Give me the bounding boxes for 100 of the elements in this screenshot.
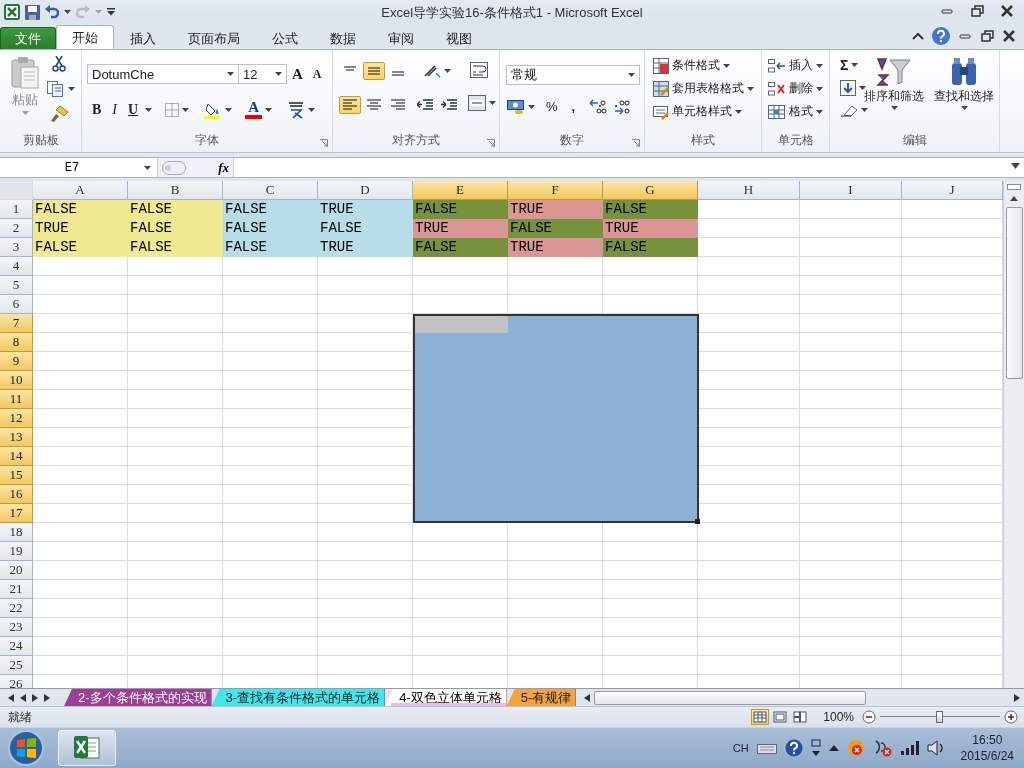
sheet-tab[interactable]: 4-双色立体单元格 bbox=[385, 689, 507, 706]
normal-view-button[interactable] bbox=[751, 709, 770, 725]
merge-center-icon[interactable] bbox=[468, 95, 486, 111]
row-header[interactable]: 10 bbox=[0, 371, 33, 390]
row-header[interactable]: 16 bbox=[0, 485, 33, 504]
caret-icon[interactable] bbox=[861, 108, 868, 112]
signal-icon[interactable] bbox=[900, 741, 919, 755]
grip-icon[interactable] bbox=[162, 160, 186, 175]
caret-icon[interactable] bbox=[489, 101, 496, 105]
decrease-indent-icon[interactable] bbox=[417, 99, 433, 111]
language-bar-icon[interactable] bbox=[810, 739, 821, 757]
caret-icon[interactable] bbox=[528, 104, 535, 109]
row-header[interactable]: 15 bbox=[0, 466, 33, 485]
font-name-field[interactable]: DotumChe bbox=[87, 64, 239, 84]
row-header[interactable]: 11 bbox=[0, 390, 33, 409]
italic-button[interactable]: I bbox=[108, 98, 121, 121]
row-header[interactable]: 17 bbox=[0, 504, 33, 523]
caret-icon[interactable] bbox=[227, 72, 234, 76]
dialog-launcher-icon[interactable] bbox=[320, 139, 328, 147]
zoom-slider-thumb[interactable] bbox=[936, 711, 943, 723]
row-header[interactable]: 21 bbox=[0, 580, 33, 599]
caret-icon[interactable] bbox=[859, 86, 866, 90]
insert-function-button[interactable]: fx bbox=[218, 159, 229, 176]
excel-logo-icon[interactable] bbox=[4, 4, 20, 20]
grow-font-button[interactable]: A bbox=[287, 64, 308, 84]
currency-icon[interactable] bbox=[507, 98, 525, 115]
caret-icon[interactable] bbox=[851, 63, 859, 67]
format-painter-icon[interactable] bbox=[50, 106, 68, 122]
align-middle-button[interactable] bbox=[363, 62, 385, 80]
scroll-thumb[interactable] bbox=[594, 690, 867, 705]
restore-icon[interactable] bbox=[980, 30, 994, 42]
font-color-button[interactable]: A bbox=[241, 97, 276, 122]
orientation-icon[interactable] bbox=[423, 64, 441, 78]
help-icon[interactable] bbox=[932, 27, 950, 45]
increase-indent-icon[interactable] bbox=[441, 99, 457, 111]
split-handle-icon[interactable] bbox=[1007, 184, 1021, 190]
row-header[interactable]: 25 bbox=[0, 656, 33, 675]
phonetic-guide-icon[interactable] bbox=[287, 100, 305, 119]
row-header[interactable]: 3 bbox=[0, 238, 33, 257]
caret-icon[interactable] bbox=[735, 109, 742, 114]
format-button[interactable]: 格式 bbox=[766, 100, 825, 123]
close-icon[interactable] bbox=[1002, 30, 1016, 42]
table-style-button[interactable]: 套用表格格式 bbox=[651, 77, 756, 100]
caret-icon[interactable] bbox=[225, 107, 233, 112]
row-header[interactable]: 5 bbox=[0, 276, 33, 295]
row-header[interactable]: 22 bbox=[0, 599, 33, 618]
sheet-tab[interactable]: 5-有规律 bbox=[506, 689, 577, 706]
row-header[interactable]: 8 bbox=[0, 333, 33, 352]
decrease-decimal-icon[interactable] bbox=[613, 98, 632, 115]
scroll-left-icon[interactable] bbox=[584, 693, 591, 702]
restore-icon[interactable] bbox=[970, 4, 984, 18]
clock-date[interactable]: 2015/6/24 bbox=[960, 748, 1014, 764]
percent-button[interactable]: % bbox=[542, 96, 562, 117]
ribbon-tab[interactable]: 开始 bbox=[56, 25, 114, 49]
caret-icon[interactable] bbox=[444, 69, 451, 73]
row-header[interactable]: 6 bbox=[0, 295, 33, 314]
column-header[interactable]: F bbox=[508, 181, 603, 200]
row-header[interactable]: 7 bbox=[0, 314, 33, 333]
find-select-button[interactable]: 查找和选择 bbox=[930, 54, 998, 113]
column-header[interactable]: D bbox=[318, 181, 413, 200]
caret-icon[interactable] bbox=[275, 72, 282, 76]
column-header[interactable]: J bbox=[902, 181, 1003, 200]
caret-icon[interactable] bbox=[816, 63, 823, 68]
language-indicator[interactable]: CH bbox=[732, 742, 749, 754]
column-header[interactable]: G bbox=[603, 181, 698, 200]
scroll-thumb[interactable] bbox=[1006, 207, 1023, 379]
ribbon-tab[interactable]: 视图 bbox=[430, 27, 488, 49]
increase-decimal-icon[interactable] bbox=[589, 98, 608, 115]
column-header[interactable]: H bbox=[698, 181, 800, 200]
ribbon-tab[interactable]: 插入 bbox=[114, 27, 172, 49]
row-header[interactable]: 23 bbox=[0, 618, 33, 637]
customize-icon[interactable] bbox=[107, 8, 115, 16]
column-header[interactable]: A bbox=[33, 181, 128, 200]
excel-taskbar-button[interactable] bbox=[58, 730, 116, 766]
caret-icon[interactable] bbox=[64, 10, 71, 14]
insert-button[interactable]: 插入 bbox=[766, 54, 825, 77]
copy-icon[interactable] bbox=[47, 81, 65, 97]
file-tab[interactable]: 文件 bbox=[0, 27, 56, 49]
column-header[interactable]: I bbox=[800, 181, 902, 200]
sheet-tab[interactable]: 3-查找有条件格式的单元格 bbox=[211, 689, 386, 706]
paste-button[interactable]: 粘贴 bbox=[4, 54, 46, 118]
caret-icon[interactable] bbox=[816, 109, 823, 114]
caret-icon[interactable] bbox=[723, 63, 730, 68]
row-header[interactable]: 20 bbox=[0, 561, 33, 580]
row-header[interactable]: 9 bbox=[0, 352, 33, 371]
chart-area[interactable] bbox=[413, 314, 699, 523]
expand-icon[interactable] bbox=[1011, 163, 1020, 169]
row-header[interactable]: 1 bbox=[0, 200, 33, 219]
collapse-ribbon-icon[interactable] bbox=[912, 31, 924, 41]
fill-down-icon[interactable] bbox=[840, 80, 856, 96]
caret-icon[interactable] bbox=[145, 107, 153, 112]
dialog-launcher-icon[interactable] bbox=[632, 139, 640, 147]
font-size-field[interactable]: 12 bbox=[239, 64, 287, 84]
caret-icon[interactable] bbox=[747, 86, 754, 91]
caret-icon[interactable] bbox=[68, 87, 75, 91]
caret-icon[interactable] bbox=[265, 107, 272, 112]
scroll-right-icon[interactable] bbox=[1014, 693, 1020, 702]
show-hidden-icons[interactable] bbox=[828, 744, 839, 752]
row-header[interactable]: 4 bbox=[0, 257, 33, 276]
row-header[interactable]: 24 bbox=[0, 637, 33, 656]
